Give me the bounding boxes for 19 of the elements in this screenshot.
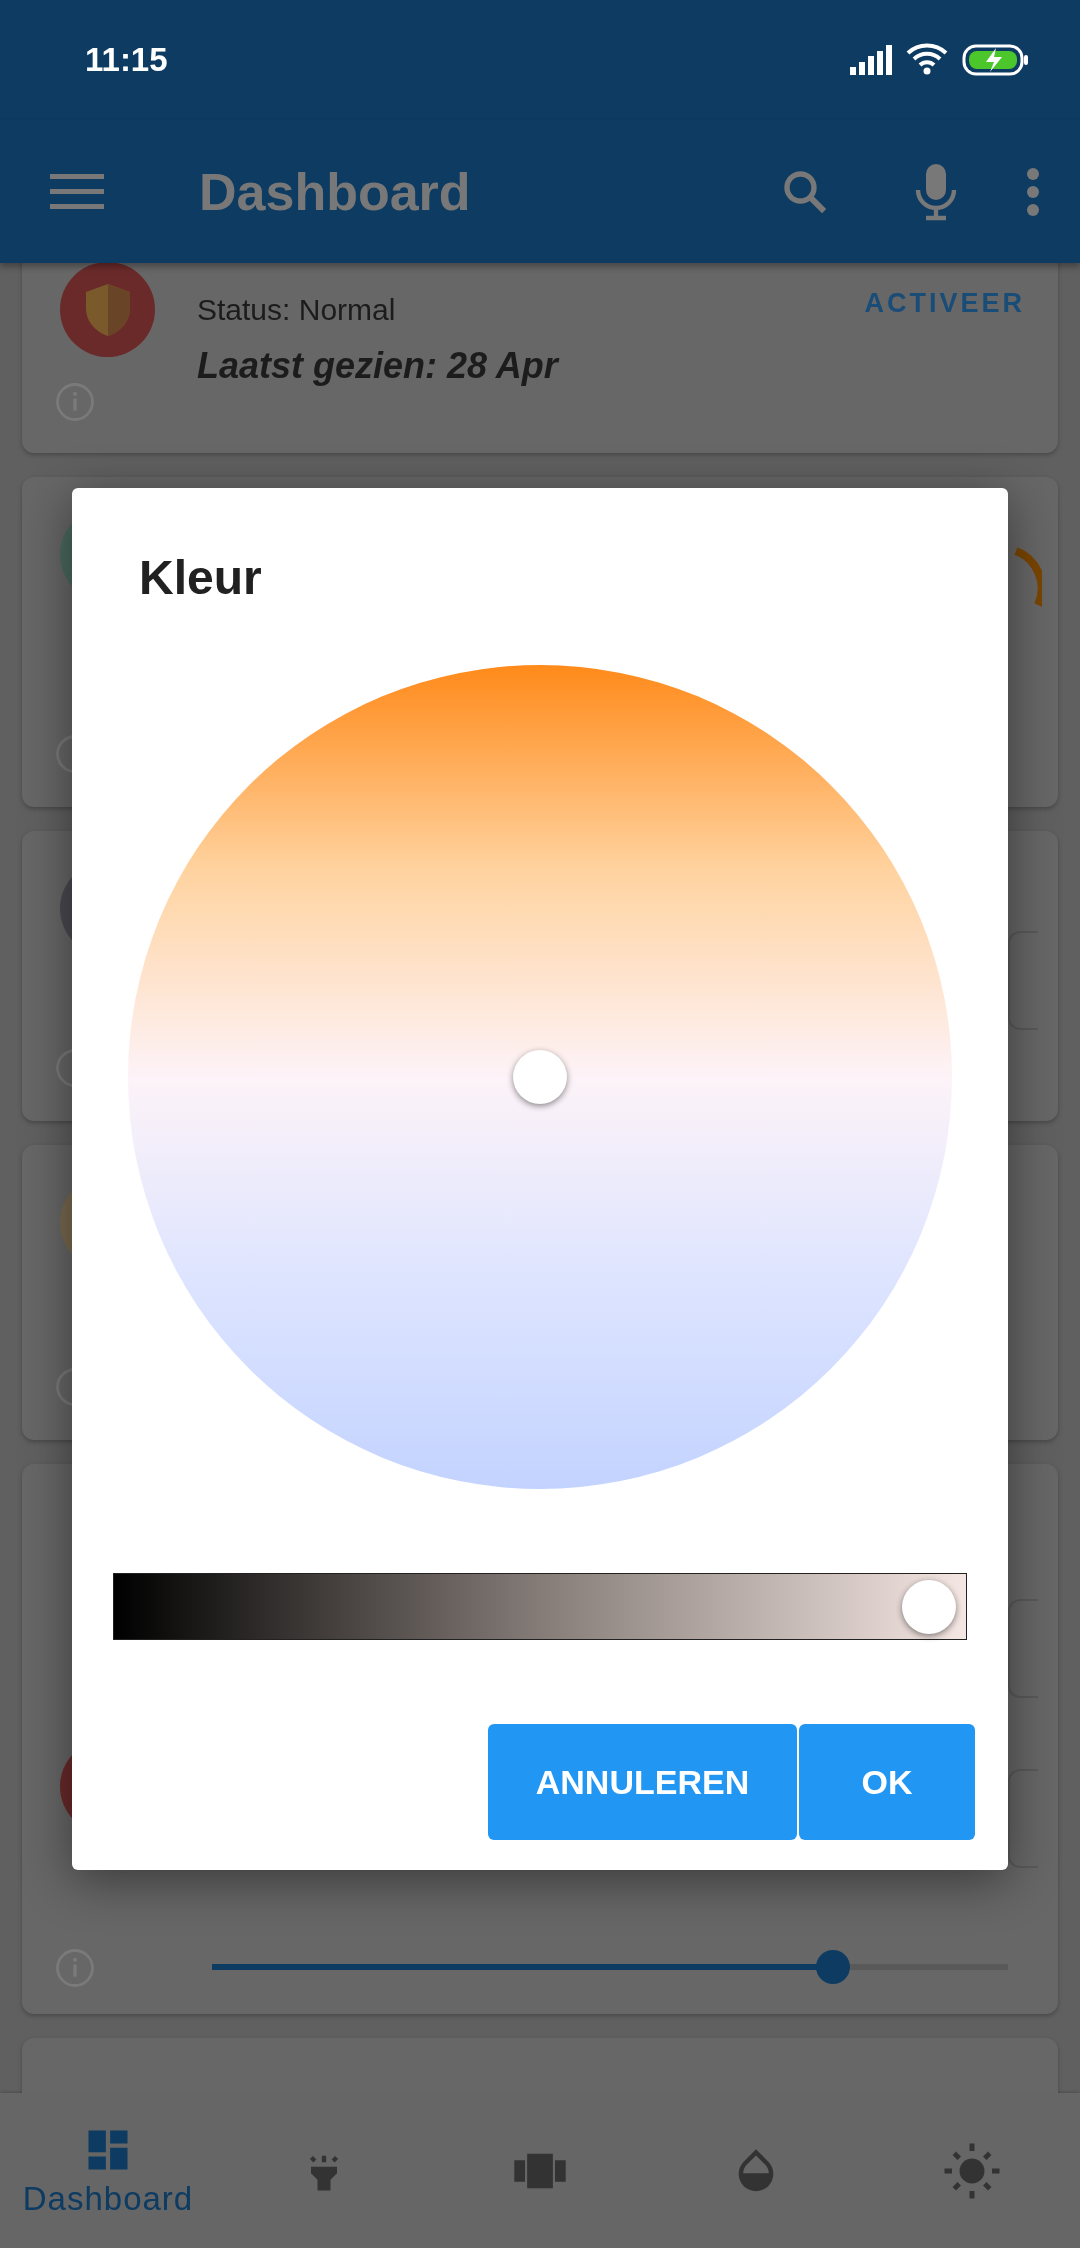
cancel-button[interactable]: ANNULEREN (488, 1724, 797, 1840)
brightness-handle[interactable] (901, 1579, 956, 1634)
menu-icon[interactable] (50, 173, 104, 210)
microphone-icon[interactable] (914, 161, 958, 222)
brightness-bar[interactable] (113, 1573, 967, 1640)
slider-thumb[interactable] (815, 1950, 850, 1984)
status-text: Status: Normal (197, 293, 396, 327)
status-time: 11:15 (85, 41, 168, 79)
wifi-icon (906, 43, 948, 77)
battery-charging-icon (962, 44, 1030, 76)
activate-link[interactable]: ACTIVEER (864, 288, 1025, 319)
more-options-icon[interactable] (1026, 167, 1040, 216)
color-picker-handle[interactable] (513, 1050, 567, 1104)
nav-tab[interactable]: Dashboard (0, 2093, 216, 2248)
app-title: Dashboard (199, 161, 472, 222)
dialog-title: Kleur (139, 550, 263, 605)
last-seen-text: Laatst gezien: 28 Apr (197, 345, 558, 387)
signal-icon (850, 45, 892, 75)
ok-button[interactable]: OK (799, 1724, 975, 1840)
